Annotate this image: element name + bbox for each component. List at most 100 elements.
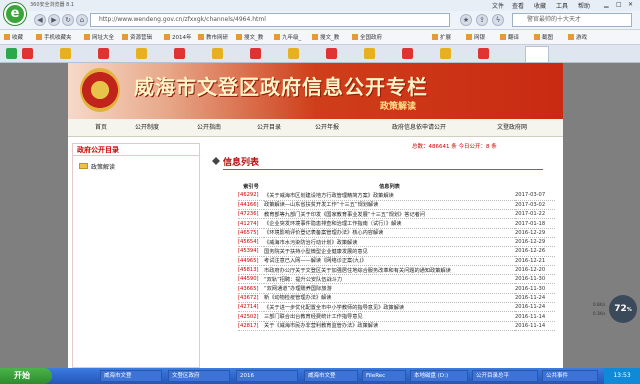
nav-home[interactable]: 首页	[88, 119, 114, 137]
table-row[interactable]: [42817] 关于《威海市民办非营利教育监管办法》政策解读 2016-11-14	[238, 321, 555, 331]
row-index[interactable]: [47236]	[238, 209, 264, 220]
row-index[interactable]: [45813]	[238, 265, 264, 276]
tab-icon[interactable]	[98, 48, 109, 59]
row-title-link[interactable]: 《关于威海市区划建设地方行政管理精简方案》政策解读	[264, 191, 515, 201]
row-title-link[interactable]: 考试注意已入网——解读《网络诊正案(九)》	[264, 256, 515, 266]
taskbar-item[interactable]: 2016	[236, 370, 298, 382]
row-index[interactable]: [45654]	[238, 237, 264, 248]
row-index[interactable]: [43672]	[238, 293, 264, 304]
tool-bank[interactable]: 网银	[466, 33, 485, 41]
fav-item[interactable]: 2014年	[164, 33, 192, 41]
menu-help[interactable]: 帮助	[578, 1, 590, 10]
fav-item[interactable]: 搜文_教	[312, 33, 339, 41]
row-title-link[interactable]: 《威海市水污染防治行动计划》政策解读	[264, 237, 515, 248]
nav-annual-report[interactable]: 公开年报	[312, 119, 342, 137]
tool-extend[interactable]: 扩展	[432, 33, 451, 41]
nav-guide[interactable]: 公开指南	[194, 119, 224, 137]
home-icon[interactable]: ⌂	[76, 14, 88, 26]
tab-icon[interactable]	[60, 48, 71, 59]
speed-widget[interactable]: 72%	[609, 295, 637, 323]
minimize-icon[interactable]: ▁	[604, 1, 609, 8]
refresh-icon[interactable]: ↻	[62, 14, 74, 26]
taskbar-item[interactable]: 威海市文登	[100, 370, 162, 382]
row-index[interactable]: [46575]	[238, 228, 264, 239]
row-index[interactable]: [42817]	[238, 321, 264, 331]
nav-catalog[interactable]: 公开目录	[254, 119, 284, 137]
row-title-link[interactable]: 市政府办公厅关于文登区关于加强居住地综合服务改革和有关问题的通知政策解读	[264, 265, 515, 276]
fav-item[interactable]: 九年级_	[274, 33, 301, 41]
table-row[interactable]: [43665] “双网通道”办理赡养国际旅游 2016-11-30	[238, 283, 555, 294]
star-icon[interactable]: ★	[460, 14, 472, 26]
row-title-link[interactable]: 《关于进一步优化配置全市中小学教师的指导意见》政策解读	[264, 302, 515, 313]
row-title-link[interactable]: 政策解读—山东省扶贫开发工作“十三五”规划解读	[264, 200, 515, 211]
tab-icon[interactable]	[250, 48, 261, 59]
start-button[interactable]: 开始	[0, 368, 52, 384]
fav-item[interactable]: 搜文_教	[236, 33, 263, 41]
row-title-link[interactable]: 三部门联合出台教育经费统计工作指导意见	[264, 311, 515, 322]
row-index[interactable]: [44590]	[238, 274, 264, 285]
row-index[interactable]: [42502]	[238, 311, 264, 322]
row-index[interactable]: [41274]	[238, 218, 264, 229]
row-index[interactable]: [42714]	[238, 302, 264, 313]
tab-icon[interactable]	[478, 48, 489, 59]
table-row[interactable]: [46292] 《关于威海市区划建设地方行政管理精简方案》政策解读 2017-03-…	[238, 191, 555, 201]
table-row[interactable]: [44590] “双轨”招聘：提升公安队伍战斗力 2016-11-30	[238, 274, 555, 285]
taskbar-item[interactable]: 公开目录总平	[472, 370, 538, 382]
taskbar-item[interactable]: 本地磁盘 (D:)	[410, 370, 468, 382]
menu-favorites[interactable]: 收藏	[534, 1, 546, 10]
nav-gov-site[interactable]: 文登政府网	[492, 119, 532, 137]
maximize-icon[interactable]: □	[616, 1, 622, 8]
row-index[interactable]: [46292]	[238, 191, 264, 201]
search-input[interactable]: 警官最帅的十大天才	[512, 13, 632, 27]
sidebar-item-policy[interactable]: 政策解读	[91, 162, 115, 171]
table-row[interactable]: [45813] 市政府办公厅关于文登区关于加强居住地综合服务改革和有关问题的通知政…	[238, 265, 555, 276]
row-title-link[interactable]: 教育部等九部门关于印发《国家教育事业发展“十三五”规划》答记者问	[264, 209, 515, 220]
row-index[interactable]: [44166]	[238, 200, 264, 211]
row-title-link[interactable]: 《环境影响评价登记表备案管理办法》核心内容解读	[264, 228, 515, 239]
row-title-link[interactable]: 新《动物检疫管理办法》解读	[264, 293, 515, 304]
taskbar-item[interactable]: 威海市文登	[304, 370, 358, 382]
taskbar-item[interactable]: 公共事件	[542, 370, 598, 382]
nav-application[interactable]: 政府信息依申请公开	[384, 119, 454, 137]
share-icon[interactable]: ⇪	[476, 14, 488, 26]
tab-icon[interactable]	[6, 48, 17, 59]
row-title-link[interactable]: “双轨”招聘：提升公安队伍战斗力	[264, 274, 515, 285]
fav-item[interactable]: 资源营辑	[122, 33, 152, 41]
table-row[interactable]: [44965] 考试注意已入网——解读《网络诊正案(九)》 2016-12-21	[238, 256, 555, 266]
tool-game[interactable]: 游戏	[568, 33, 587, 41]
table-row[interactable]: [47236] 教育部等九部门关于印发《国家教育事业发展“十三五”规划》答记者问 2…	[238, 209, 555, 220]
table-row[interactable]: [44166] 政策解读—山东省扶贫开发工作“十三五”规划解读 2017-03-02	[238, 200, 555, 211]
fav-item[interactable]: 网址大全	[84, 33, 114, 41]
fav-item[interactable]: 手机收藏夹	[36, 33, 72, 41]
row-title-link[interactable]: “双网通道”办理赡养国际旅游	[264, 283, 515, 294]
tab-icon[interactable]	[326, 48, 337, 59]
tab-icon[interactable]	[212, 48, 223, 59]
tool-translate[interactable]: 翻译	[500, 33, 519, 41]
menu-tools[interactable]: 工具	[556, 1, 568, 10]
table-row[interactable]: [45654] 《威海市水污染防治行动计划》政策解读 2016-12-29	[238, 237, 555, 248]
tab-icon[interactable]	[364, 48, 375, 59]
table-row[interactable]: [46575] 《环境影响评价登记表备案管理办法》核心内容解读 2016-12-29	[238, 228, 555, 239]
nav-system[interactable]: 公开制度	[132, 119, 162, 137]
tab-icon[interactable]	[440, 48, 451, 59]
fav-item[interactable]: 教市网研	[198, 33, 228, 41]
row-index[interactable]: [45394]	[238, 246, 264, 257]
table-row[interactable]: [45394] 国务院关于扶持小型微型企业健康发展的意见 2016-12-26	[238, 246, 555, 257]
fav-item[interactable]: 全国政府	[352, 33, 382, 41]
active-tab[interactable]	[525, 46, 549, 62]
tool-screenshot[interactable]: 截图	[534, 33, 553, 41]
table-row[interactable]: [42714] 《关于进一步优化配置全市中小学教师的指导意见》政策解读 2016-1…	[238, 302, 555, 313]
table-row[interactable]: [42502] 三部门联合出台教育经费统计工作指导意见 2016-11-14	[238, 311, 555, 322]
back-icon[interactable]: ◀	[34, 14, 46, 26]
row-title-link[interactable]: 国务院关于扶持小型微型企业健康发展的意见	[264, 246, 515, 257]
tab-icon[interactable]	[136, 48, 147, 59]
table-row[interactable]: [43672] 新《动物检疫管理办法》解读 2016-11-24	[238, 293, 555, 304]
row-title-link[interactable]: 关于《威海市民办非营利教育监管办法》政策解读	[264, 321, 515, 331]
row-title-link[interactable]: 《企业突发环境事件隐患排查和治理工作指南（试行）》解读	[264, 218, 515, 229]
menu-file[interactable]: 文件	[492, 1, 504, 10]
taskbar-item[interactable]: FileRec	[362, 370, 406, 382]
tab-icon[interactable]	[174, 48, 185, 59]
close-icon[interactable]: ✕	[628, 1, 633, 8]
row-index[interactable]: [43665]	[238, 283, 264, 294]
browser-logo-icon[interactable]: e	[4, 3, 26, 25]
